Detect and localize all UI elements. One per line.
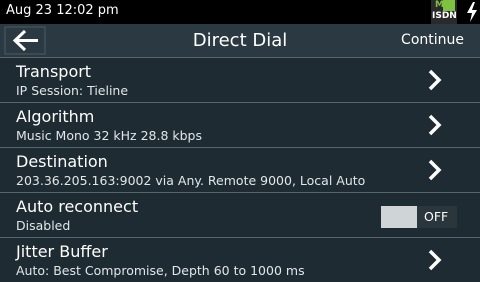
row-title: Algorithm — [16, 107, 95, 126]
chevron-right-icon — [428, 249, 442, 271]
auto-reconnect-toggle[interactable]: OFF — [381, 206, 457, 228]
charging-bolt-icon — [467, 2, 477, 22]
badge-green-strip — [443, 0, 455, 11]
row-title: Transport — [16, 62, 92, 81]
app-header: Direct Dial Continue — [0, 24, 480, 58]
chevron-right-icon — [428, 159, 442, 181]
toggle-knob — [381, 206, 417, 228]
continue-button[interactable]: Continue — [401, 32, 464, 48]
row-subtitle: 203.36.205.163:9002 via Any. Remote 9000… — [16, 173, 366, 188]
chevron-right-icon — [428, 114, 442, 136]
row-title: Jitter Buffer — [16, 242, 108, 261]
status-time: Aug 23 12:02 pm — [6, 3, 119, 18]
row-subtitle: IP Session: Tieline — [16, 83, 129, 98]
row-subtitle: Disabled — [16, 218, 71, 233]
status-bar: Aug 23 12:02 pm M ISDN — [0, 0, 480, 24]
row-title: Destination — [16, 152, 108, 171]
destination-row[interactable]: Destination 203.36.205.163:9002 via Any.… — [0, 148, 480, 193]
toggle-state-label: OFF — [424, 209, 449, 224]
chevron-right-icon — [428, 69, 442, 91]
auto-reconnect-row: Auto reconnect Disabled OFF — [0, 193, 480, 238]
badge-top-label: M — [435, 0, 444, 10]
isdn-network-badge: M ISDN — [431, 0, 457, 24]
badge-bottom-label: ISDN — [432, 11, 457, 21]
row-title: Auto reconnect — [16, 197, 139, 216]
transport-row[interactable]: Transport IP Session: Tieline — [0, 58, 480, 103]
algorithm-row[interactable]: Algorithm Music Mono 32 kHz 28.8 kbps — [0, 103, 480, 148]
jitter-buffer-row[interactable]: Jitter Buffer Auto: Best Compromise, Dep… — [0, 238, 480, 282]
row-subtitle: Music Mono 32 kHz 28.8 kbps — [16, 128, 202, 143]
row-subtitle: Auto: Best Compromise, Depth 60 to 1000 … — [16, 263, 305, 278]
